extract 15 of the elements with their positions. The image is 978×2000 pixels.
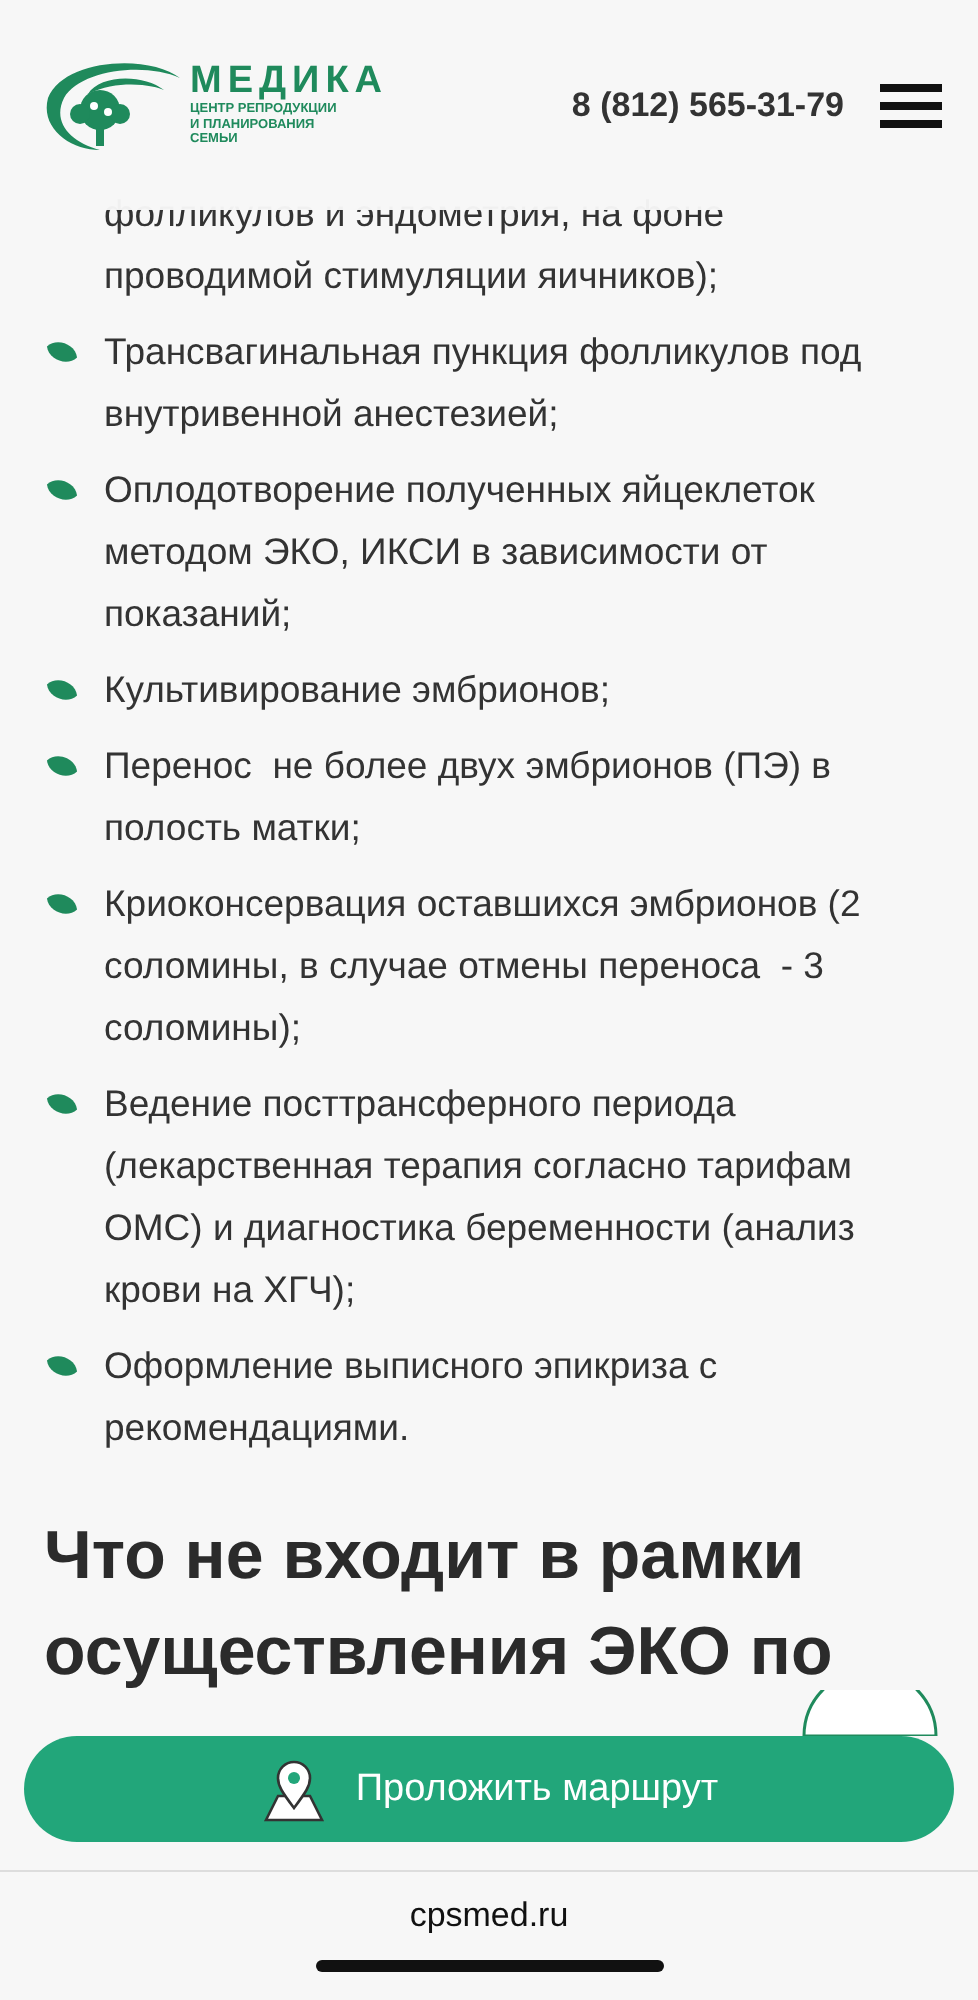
- phone-number[interactable]: 8 (812) 565-31-79: [571, 85, 844, 125]
- logo-name: МЕДИКА: [190, 62, 389, 103]
- list-item-text: Оформление выписного эпикриза с рекомендациями.: [104, 1342, 718, 1452]
- scroll-top-button[interactable]: [802, 1690, 938, 1736]
- list-item-text: Трансвагинальная пункция фолликулов под внутривенной анестезией;: [104, 328, 862, 438]
- map-pin-icon: [259, 1755, 328, 1823]
- list-item-text: Перенос не более двух эмбрионов (ПЭ) в полость матки;: [104, 742, 832, 852]
- url-text[interactable]: cpsmed.ru: [409, 1896, 569, 1936]
- menu-icon[interactable]: [880, 83, 942, 127]
- list-item-text: Культивирование эмбрионов;: [104, 666, 610, 714]
- list-item-text: фолликулов и эндометрия, на фоне проводимой стимуляции яичников);: [104, 190, 725, 300]
- list-item-text: Оплодотворение полученных яйцеклеток методом ЭКО, ИКСИ в зависимости от показаний;: [104, 466, 815, 638]
- list-item-text: Ведение посттрансферного периода (лекарственная терапия согласно тарифам ОМС) и диагностика беременности (анализ крови на ХГЧ);: [104, 1080, 855, 1314]
- list-item-text: Криоконсервация оставшихся эмбрионов (2 соломины, в случае отмены переноса - 3 соломины);: [104, 880, 861, 1052]
- section-heading: Что не входит в рамки осуществления ЭКО по: [44, 1516, 835, 1693]
